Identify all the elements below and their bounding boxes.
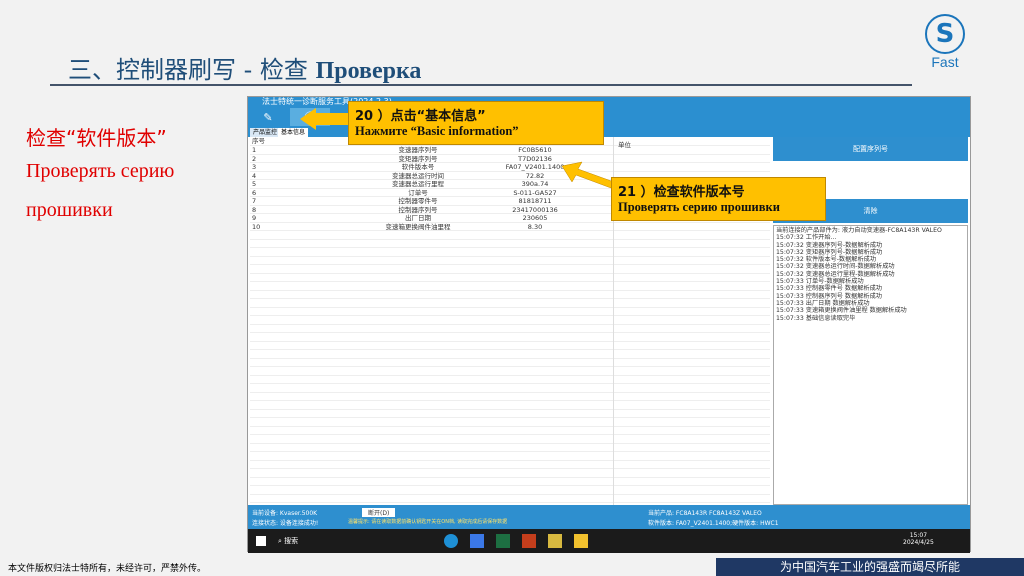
disconnect-button[interactable]: 断开(D) [362, 508, 396, 517]
connection-status: 连接状态: 设备连接成功! [252, 520, 319, 527]
slide-title: 三、控制器刷写 - 检查 Проверка [68, 56, 422, 84]
row-index: 8 [252, 205, 257, 214]
callout-20: 20 ）点击“基本信息” Нажмите “Basic information” [348, 101, 604, 145]
log-panel: 当前连接的产品部件为: 液力自动变速器-FC8A143R VALEO 15:07:… [773, 225, 968, 505]
tab-product-monitor[interactable]: 产品监控 [250, 128, 281, 137]
folder-icon[interactable] [574, 534, 588, 548]
header-index: 序号 [252, 137, 265, 145]
link-icon[interactable]: ✎ [248, 108, 288, 126]
device-status: 当前设备: Kvaser.500K [252, 510, 318, 517]
copyright: 本文件版权归法士特所有，未经许可，严禁外传。 [8, 564, 207, 574]
log-line: 15:07:33 控制器零件号 数据解析成功 [776, 285, 882, 293]
footer: 本文件版权归法士特所有，未经许可，严禁外传。 为中国汽车工业的强盛而竭尽所能 [0, 558, 1024, 576]
arrow-20-head [300, 108, 316, 130]
status-bar: 当前设备: Kvaser.500K 连接状态: 设备连接成功! 断开(D) 温馨… [248, 505, 970, 529]
row-value: 23417000136 [512, 205, 558, 214]
row-index: 7 [252, 197, 257, 205]
row-index: 3 [252, 163, 257, 171]
software-version: 软件版本: FA07_V2401.1400;硬件版本: HWC1 [648, 520, 779, 527]
photo-icon[interactable] [548, 534, 562, 548]
row-value: 230605 [522, 214, 548, 222]
row-value: 81818711 [518, 197, 552, 205]
left-text-ru-2: прошивки [26, 199, 113, 221]
row-value: 8.30 [527, 222, 543, 231]
row-index: 6 [252, 188, 257, 197]
row-index: 10 [252, 222, 261, 231]
log-line: 15:07:33 变速箱更换阀件油里程 数据解析成功 [776, 307, 907, 315]
arrow-21 [561, 161, 615, 189]
edge-icon[interactable] [444, 534, 458, 548]
powerpoint-icon[interactable] [522, 534, 536, 548]
app-icon[interactable] [470, 534, 484, 548]
row-index: 4 [252, 171, 257, 180]
fast-logo: S Fast [922, 14, 968, 84]
start-icon[interactable] [256, 536, 266, 546]
left-text-ru-1: Проверять серию [26, 160, 175, 182]
current-product: 当前产品: FC8A143R FC8A143Z VALEO [648, 510, 762, 517]
row-index: 9 [252, 214, 257, 222]
log-line: 15:07:32 变速器总运行里程-数据解析成功 [776, 270, 895, 278]
log-line: 15:07:32 变速器总运行时间-数据解析成功 [776, 263, 895, 271]
log-line: 15:07:32 变速器序列号-数据解析成功 [776, 241, 883, 249]
taskbar: ⌕ 搜索 15:07 2024/4/25 [248, 529, 970, 553]
log-line: 15:07:33 基础信息读取完毕 [776, 314, 856, 322]
log-line: 15:07:33 控制器序列号 数据解析成功 [776, 292, 882, 300]
callout-21: 21 ）检查软件版本号 Проверять серию прошивки [611, 177, 826, 221]
title-underline [50, 84, 912, 86]
clock[interactable]: 15:07 2024/4/25 [903, 532, 934, 546]
row-index: 2 [252, 154, 257, 163]
log-line: 15:07:32 工作开始... [776, 234, 837, 242]
config-serial-button[interactable]: 配置序列号 [773, 137, 968, 161]
row-index: 5 [252, 180, 257, 188]
taskbar-search[interactable]: ⌕ 搜索 [278, 536, 298, 546]
arrow-20-shaft [315, 113, 349, 125]
left-text-cn: 检查“软件版本” [26, 126, 167, 150]
slogan: 为中国汽车工业的强盛而竭尽所能 [716, 558, 1024, 576]
row-index: 1 [252, 146, 257, 154]
row-value: FC0B5610 [518, 146, 552, 154]
hint-text: 温馨提示: 请在读取数据前确认钥匙开关在ON档, 读取完成后请保存数据 [348, 519, 508, 525]
excel-icon[interactable] [496, 534, 510, 548]
